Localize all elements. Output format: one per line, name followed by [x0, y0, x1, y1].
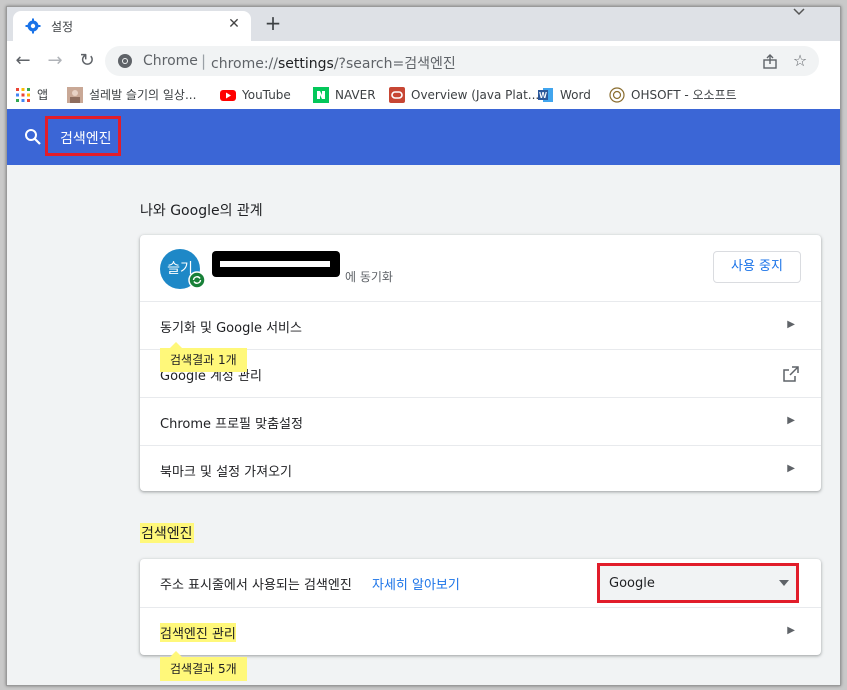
settings-content: 나와 Google의 관계 슬기 에 동기화 사용 중지 동기화 및 Googl… [7, 165, 840, 685]
youtube-icon [220, 89, 236, 101]
bookmark-label: Overview (Java Plat... [411, 88, 540, 102]
row-label: 주소 표시줄에서 사용되는 검색엔진 [160, 578, 352, 593]
dropdown-arrow-icon [779, 580, 789, 586]
external-link-icon [783, 366, 799, 382]
bookmark-label: Word [560, 88, 591, 102]
arrow-right-icon: ▶ [787, 319, 795, 330]
settings-search-input[interactable]: 검색엔진 [60, 128, 112, 148]
chrome-icon [118, 54, 132, 68]
redacted-account-info [212, 251, 340, 277]
tab-settings[interactable]: 설정 ✕ [13, 11, 251, 41]
bookmark-word[interactable]: W Word [538, 86, 591, 104]
row-label: 동기화 및 Google 서비스 [160, 321, 302, 336]
tab-search-chevron-icon[interactable] [792, 7, 806, 17]
search-result-count-tooltip: 검색결과 1개 [160, 342, 247, 372]
bookmark-label: 설레발 슬기의 일상... [89, 88, 197, 102]
blog-avatar-icon [67, 86, 83, 103]
bookmark-youtube[interactable]: YouTube [220, 86, 291, 104]
account-row: 슬기 에 동기화 사용 중지 [140, 235, 821, 301]
tab-title: 설정 [51, 20, 74, 34]
bookmark-ohsoft[interactable]: OHSOFT - 오소프트 [609, 86, 737, 104]
word-icon: W [538, 87, 553, 102]
account-sync-suffix: 에 동기화 [345, 270, 393, 284]
row-label: Chrome 프로필 맞춤설정 [160, 417, 303, 432]
section-title-you-and-google: 나와 Google의 관계 [140, 203, 263, 219]
stop-sync-button[interactable]: 사용 중지 [713, 251, 801, 283]
select-value: Google [609, 576, 655, 591]
bookmark-blog[interactable]: 설레발 슬기의 일상... [67, 86, 196, 104]
tab-strip: 설정 ✕ + [7, 7, 840, 41]
arrow-right-icon: ▶ [787, 415, 795, 426]
oracle-icon [389, 86, 405, 103]
manage-search-engines-row[interactable]: 검색엔진 관리 ▶ [140, 607, 821, 655]
new-tab-button[interactable]: + [261, 11, 285, 35]
share-icon[interactable] [761, 53, 779, 71]
arrow-right-icon: ▶ [787, 463, 795, 474]
bookmark-label: YouTube [242, 88, 291, 102]
search-icon[interactable] [23, 127, 43, 147]
url-text: chrome://settings/?search=검색엔진 [211, 56, 456, 72]
row-label: 검색엔진 관리 [160, 623, 236, 642]
import-bookmarks-row[interactable]: 북마크 및 설정 가져오기 ▶ [140, 445, 821, 491]
arrow-right-icon: ▶ [787, 625, 795, 636]
ohsoft-icon [609, 86, 625, 103]
chrome-label: Chrome [143, 53, 198, 69]
sync-google-services-row[interactable]: 동기화 및 Google 서비스 ▶ [140, 301, 821, 349]
apps-grid-icon [16, 87, 30, 102]
back-button[interactable]: ← [11, 49, 35, 73]
toolbar: ← → ↻ Chrome | chrome://settings/?search… [7, 41, 840, 81]
bookmark-label: 앱 [37, 88, 49, 102]
settings-header: 검색엔진 [7, 109, 840, 165]
bookmark-label: OHSOFT - 오소프트 [631, 88, 737, 102]
default-search-engine-row: 주소 표시줄에서 사용되는 검색엔진 자세히 알아보기 Google [140, 559, 821, 607]
bookmark-naver[interactable]: NAVER [313, 86, 376, 104]
bookmarks-bar: 앱 설레발 슬기의 일상... YouTube NAVER Overview (… [7, 81, 840, 109]
bookmark-oracle-java[interactable]: Overview (Java Plat... [389, 86, 539, 104]
search-engine-select[interactable]: Google [597, 563, 799, 603]
row-label: 북마크 및 설정 가져오기 [160, 465, 292, 480]
learn-more-link[interactable]: 자세히 알아보기 [372, 574, 460, 593]
settings-gear-icon [25, 18, 41, 34]
bookmark-label: NAVER [335, 88, 376, 102]
section-title-search-engine: 검색엔진 [140, 523, 194, 543]
chrome-profile-row[interactable]: Chrome 프로필 맞춤설정 ▶ [140, 397, 821, 445]
browser-window: 설정 ✕ + ← → ↻ Chrome | chrome://settings/… [6, 6, 841, 686]
url-separator: | [201, 52, 207, 70]
reload-button[interactable]: ↻ [75, 49, 99, 73]
address-bar[interactable]: Chrome | chrome://settings/?search=검색엔진 … [105, 46, 819, 76]
search-result-count-tooltip: 검색결과 5개 [160, 651, 247, 681]
naver-icon [313, 86, 329, 103]
close-tab-icon[interactable]: ✕ [225, 16, 243, 32]
bookmark-apps[interactable]: 앱 [15, 86, 48, 104]
forward-button[interactable]: → [43, 49, 67, 73]
svg-text:W: W [539, 91, 547, 100]
bookmark-star-icon[interactable]: ☆ [791, 51, 809, 70]
search-engine-card: 주소 표시줄에서 사용되는 검색엔진 자세히 알아보기 Google 검색엔진 … [140, 559, 821, 655]
sync-badge-icon [188, 271, 206, 289]
